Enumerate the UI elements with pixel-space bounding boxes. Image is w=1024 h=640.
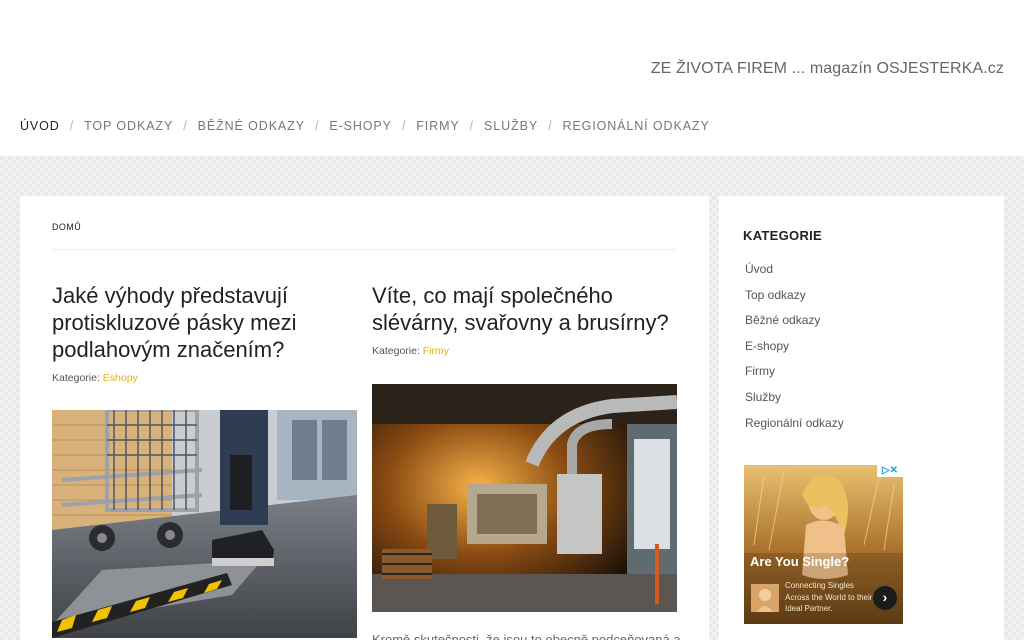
post-meta: Kategorie: Eshopy [52,372,357,384]
post-excerpt: Kromě skutečnosti, že jsou to obecně pod… [372,632,681,640]
nav-separator: / [183,119,188,133]
post-category-link[interactable]: Eshopy [103,372,138,384]
category-item-regionalni-odkazy[interactable]: Regionální odkazy [745,416,844,442]
nav-separator: / [314,119,320,133]
post-card: Víte, co mají společného slévárny, svařo… [372,282,677,357]
category-item-firmy[interactable]: Firmy [745,364,844,390]
category-item-uvod[interactable]: Úvod [745,262,844,288]
category-list: Úvod Top odkazy Běžné odkazy E-shopy Fir… [745,262,844,441]
category-item-bezne-odkazy[interactable]: Běžné odkazy [745,313,844,339]
post-meta-label: Kategorie: [52,372,100,384]
chevron-right-icon[interactable]: › [873,586,897,610]
ad-body: Connecting Singles Across the World to t… [785,581,873,613]
nav-item-bezne-odkazy[interactable]: BĚŽNÉ ODKAZY [198,119,305,133]
site-tagline[interactable]: ZE ŽIVOTA FIREM ... magazín OSJESTERKA.c… [651,60,1004,78]
ad-banner[interactable]: ▷✕ Are You Single? Connecting Singles Ac… [744,465,903,624]
post-image-foundry[interactable] [372,384,677,612]
main-content: DOMŮ Jaké výhody představují protiskluzo… [20,196,709,640]
post-meta-label: Kategorie: [372,345,420,357]
post-image-warehouse[interactable] [52,410,357,638]
category-item-top-odkazy[interactable]: Top odkazy [745,288,844,314]
post-title[interactable]: Jaké výhody představují protiskluzové pá… [52,282,357,363]
post-meta: Kategorie: Firmy [372,345,677,357]
post-title[interactable]: Víte, co mají společného slévárny, svařo… [372,282,677,336]
nav-separator: / [401,119,407,133]
category-item-sluzby[interactable]: Služby [745,390,844,416]
ad-thumbnail [751,584,779,612]
nav-item-regionalni-odkazy[interactable]: REGIONÁLNÍ ODKAZY [562,119,709,133]
nav-item-top-odkazy[interactable]: TOP ODKAZY [84,119,173,133]
nav-item-firmy[interactable]: FIRMY [416,119,459,133]
breadcrumb[interactable]: DOMŮ [52,222,81,232]
ad-headline[interactable]: Are You Single? [750,554,849,569]
site-header: ZE ŽIVOTA FIREM ... magazín OSJESTERKA.c… [0,0,1024,156]
category-item-e-shopy[interactable]: E-shopy [745,339,844,365]
post-category-link[interactable]: Firmy [423,345,449,357]
nav-item-uvod[interactable]: ÚVOD [20,119,60,133]
nav-separator: / [469,119,475,133]
post-card: Jaké výhody představují protiskluzové pá… [52,282,357,384]
adchoices-icon[interactable]: ▷✕ [877,465,903,477]
nav-separator: / [69,119,75,133]
breadcrumb-divider [52,249,677,250]
nav-separator: / [548,119,553,133]
sidebar-title: KATEGORIE [743,228,823,243]
nav-item-e-shopy[interactable]: E-SHOPY [329,119,392,133]
sidebar: KATEGORIE Úvod Top odkazy Běžné odkazy E… [719,196,1004,640]
main-nav: ÚVOD / TOP ODKAZY / BĚŽNÉ ODKAZY / E-SHO… [20,119,710,133]
nav-item-sluzby[interactable]: SLUŽBY [484,119,538,133]
